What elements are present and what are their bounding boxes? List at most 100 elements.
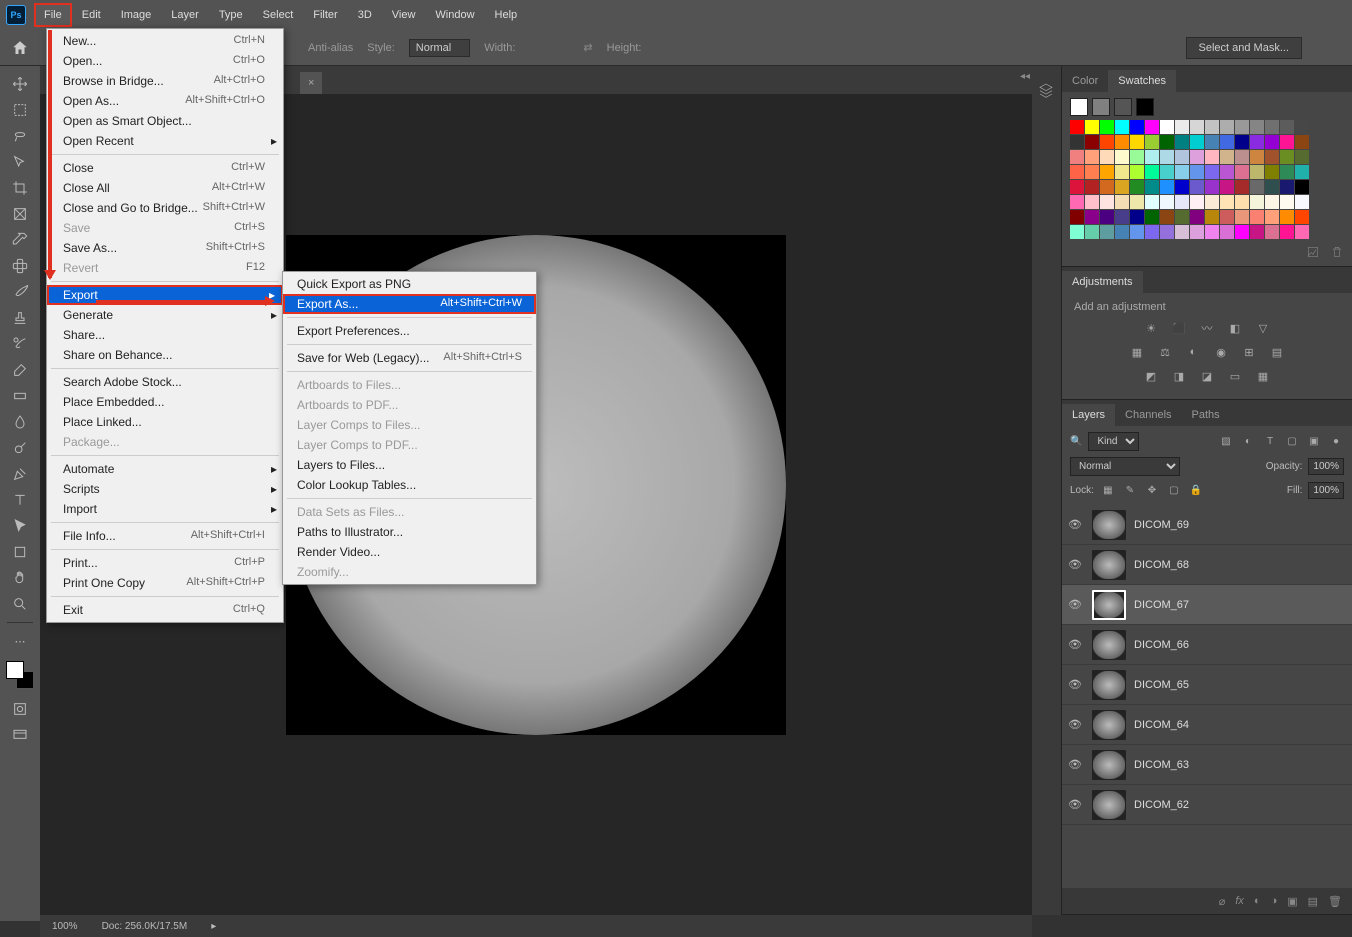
swatch[interactable]: [1160, 120, 1174, 134]
zoom-level[interactable]: 100%: [52, 921, 78, 932]
swatch[interactable]: [1115, 150, 1129, 164]
swatch[interactable]: [1235, 120, 1249, 134]
swatch[interactable]: [1280, 165, 1294, 179]
file-menu-place-linked[interactable]: Place Linked...: [47, 412, 283, 432]
new-fill-icon[interactable]: ◑: [1271, 895, 1278, 907]
swatch[interactable]: [1100, 150, 1114, 164]
swatch[interactable]: [1265, 195, 1279, 209]
layer-row[interactable]: 👁DICOM_63: [1062, 745, 1352, 785]
tab-channels[interactable]: Channels: [1115, 404, 1181, 426]
swatch[interactable]: [1136, 98, 1154, 116]
hand-tool[interactable]: [6, 566, 34, 590]
swatch[interactable]: [1145, 195, 1159, 209]
layer-thumbnail[interactable]: [1092, 550, 1126, 580]
swatch[interactable]: [1145, 225, 1159, 239]
menu-type[interactable]: Type: [209, 3, 253, 27]
swatch[interactable]: [1205, 150, 1219, 164]
swatch[interactable]: [1280, 150, 1294, 164]
layer-row[interactable]: 👁DICOM_62: [1062, 785, 1352, 825]
menu-layer[interactable]: Layer: [161, 3, 209, 27]
swatch[interactable]: [1100, 165, 1114, 179]
eyedropper-tool[interactable]: [6, 228, 34, 252]
lock-all-icon[interactable]: 🔒: [1188, 483, 1204, 499]
swatch[interactable]: [1250, 210, 1264, 224]
frame-tool[interactable]: [6, 202, 34, 226]
file-menu-scripts[interactable]: Scripts▸: [47, 479, 283, 499]
filter-kind-select[interactable]: Kind: [1088, 432, 1139, 451]
gradient-tool[interactable]: [6, 384, 34, 408]
visibility-icon[interactable]: 👁: [1068, 798, 1084, 811]
swatch[interactable]: [1085, 210, 1099, 224]
layer-name[interactable]: DICOM_66: [1134, 639, 1189, 651]
swatch[interactable]: [1235, 135, 1249, 149]
swatch[interactable]: [1175, 135, 1189, 149]
swatch[interactable]: [1190, 195, 1204, 209]
fill-value[interactable]: 100%: [1308, 482, 1344, 499]
swatch[interactable]: [1250, 180, 1264, 194]
visibility-icon[interactable]: 👁: [1068, 558, 1084, 571]
swatch[interactable]: [1070, 150, 1084, 164]
swatch[interactable]: [1130, 150, 1144, 164]
layer-thumbnail[interactable]: [1092, 670, 1126, 700]
swatch[interactable]: [1280, 180, 1294, 194]
selective-color-icon[interactable]: ▦: [1253, 367, 1273, 385]
threshold-icon[interactable]: ◪: [1197, 367, 1217, 385]
swatch[interactable]: [1280, 210, 1294, 224]
menu-help[interactable]: Help: [485, 3, 528, 27]
export-menu-render-video[interactable]: Render Video...: [283, 542, 536, 562]
marquee-tool[interactable]: [6, 98, 34, 122]
file-menu-close[interactable]: CloseCtrl+W: [47, 158, 283, 178]
layer-row[interactable]: 👁DICOM_69: [1062, 505, 1352, 545]
filter-smart-icon[interactable]: ▣: [1306, 434, 1322, 450]
lookup-icon[interactable]: ▤: [1267, 343, 1287, 361]
swatch[interactable]: [1160, 165, 1174, 179]
channel-mixer-icon[interactable]: ⊞: [1239, 343, 1259, 361]
file-menu-exit[interactable]: ExitCtrl+Q: [47, 600, 283, 620]
levels-icon[interactable]: ⬛: [1169, 319, 1189, 337]
swatch[interactable]: [1175, 195, 1189, 209]
swatch[interactable]: [1280, 195, 1294, 209]
layer-thumbnail[interactable]: [1092, 790, 1126, 820]
swatch[interactable]: [1070, 180, 1084, 194]
shape-tool[interactable]: [6, 540, 34, 564]
swatch[interactable]: [1070, 98, 1088, 116]
swatch[interactable]: [1100, 180, 1114, 194]
swatch[interactable]: [1100, 225, 1114, 239]
layer-thumbnail[interactable]: [1092, 750, 1126, 780]
swatch[interactable]: [1295, 225, 1309, 239]
color-balance-icon[interactable]: ⚖: [1155, 343, 1175, 361]
new-layer-icon[interactable]: ▤: [1308, 895, 1318, 908]
crop-tool[interactable]: [6, 176, 34, 200]
gradient-map-icon[interactable]: ▭: [1225, 367, 1245, 385]
lasso-tool[interactable]: [6, 124, 34, 148]
swatch[interactable]: [1205, 135, 1219, 149]
collapse-arrows-icon[interactable]: ◂◂: [1020, 71, 1030, 82]
export-menu-save-for-web-legacy[interactable]: Save for Web (Legacy)...Alt+Shift+Ctrl+S: [283, 348, 536, 368]
layer-row[interactable]: 👁DICOM_67: [1062, 585, 1352, 625]
lock-position-icon[interactable]: ✥: [1144, 483, 1160, 499]
swatch[interactable]: [1175, 150, 1189, 164]
swatch[interactable]: [1295, 150, 1309, 164]
file-menu-open-as[interactable]: Open As...Alt+Shift+Ctrl+O: [47, 91, 283, 111]
layer-name[interactable]: DICOM_64: [1134, 719, 1189, 731]
file-menu-close-and-go-to-bridge[interactable]: Close and Go to Bridge...Shift+Ctrl+W: [47, 198, 283, 218]
swatch[interactable]: [1220, 210, 1234, 224]
menu-image[interactable]: Image: [111, 3, 162, 27]
swatch[interactable]: [1175, 210, 1189, 224]
eraser-tool[interactable]: [6, 358, 34, 382]
swatch[interactable]: [1085, 150, 1099, 164]
screen-mode-icon[interactable]: [6, 723, 34, 747]
layer-row[interactable]: 👁DICOM_64: [1062, 705, 1352, 745]
file-menu-share-on-behance[interactable]: Share on Behance...: [47, 345, 283, 365]
swatch[interactable]: [1100, 135, 1114, 149]
new-group-icon[interactable]: ▣: [1287, 895, 1297, 908]
swatch[interactable]: [1130, 165, 1144, 179]
swatch[interactable]: [1085, 165, 1099, 179]
swatch[interactable]: [1070, 195, 1084, 209]
swatch[interactable]: [1070, 120, 1084, 134]
vibrance-icon[interactable]: ▽: [1253, 319, 1273, 337]
swatch[interactable]: [1265, 150, 1279, 164]
swatch[interactable]: [1265, 210, 1279, 224]
menu-edit[interactable]: Edit: [72, 3, 111, 27]
history-brush-tool[interactable]: [6, 332, 34, 356]
